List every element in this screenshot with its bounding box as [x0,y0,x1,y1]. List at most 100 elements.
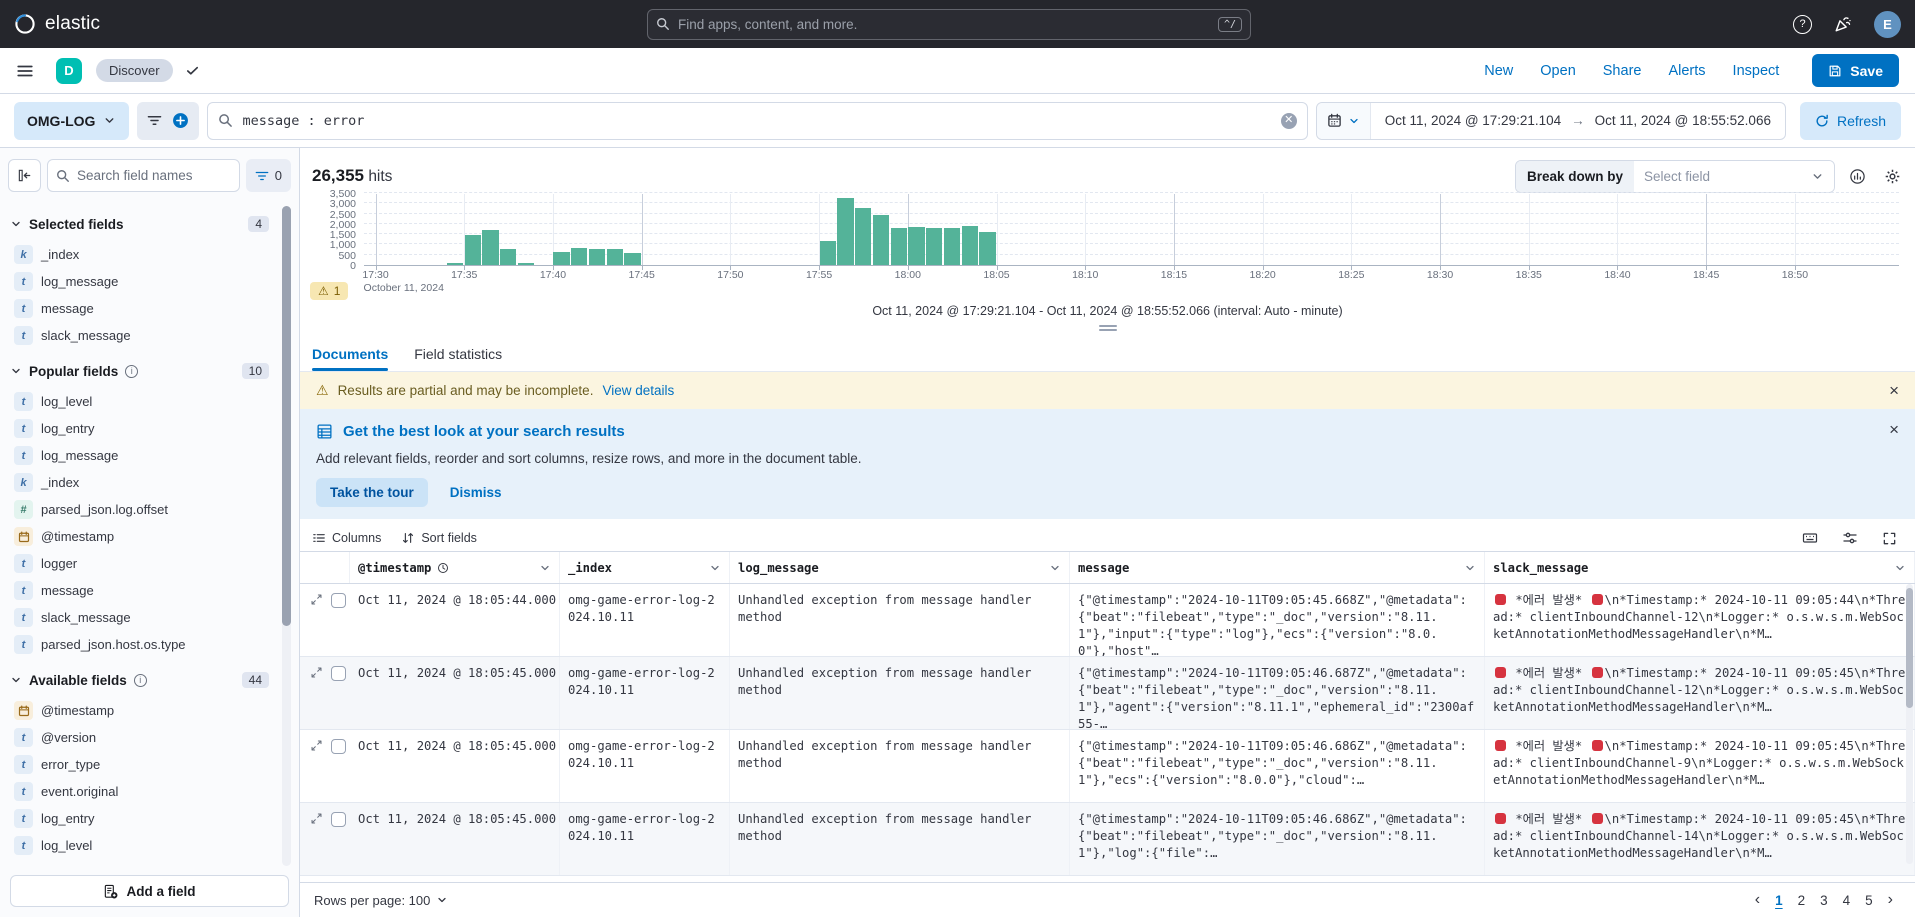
histogram-plot[interactable] [364,192,1899,266]
alerts-button[interactable]: Alerts [1668,63,1705,79]
page-number-1[interactable]: 1 [1775,893,1783,908]
field-section-header[interactable]: Popular fields i 10 [10,363,269,379]
dismiss-button[interactable]: Dismiss [450,485,502,500]
field-item-log_entry[interactable]: t log_entry [10,415,269,442]
field-type-filter-button[interactable]: 0 [245,159,291,192]
histogram-bar[interactable] [571,247,588,265]
open-button[interactable]: Open [1540,63,1575,79]
histogram-bar[interactable] [447,262,464,265]
page-number-4[interactable]: 4 [1843,893,1851,908]
expand-document-icon[interactable] [310,812,323,825]
field-item-parsed_json.host.os.type[interactable]: t parsed_json.host.os.type [10,631,269,658]
take-tour-button[interactable]: Take the tour [316,478,428,507]
fullscreen-icon[interactable] [1882,531,1897,546]
histogram-bar[interactable] [926,227,943,265]
grid-header-_index[interactable]: _index [560,552,730,583]
histogram-bar[interactable] [890,227,907,265]
rows-per-page-select[interactable]: Rows per page: 100 [314,893,448,908]
date-from[interactable]: Oct 11, 2024 @ 17:29:21.104 [1385,113,1561,128]
page-number-3[interactable]: 3 [1820,893,1828,908]
column-actions-icon[interactable] [709,562,721,574]
breadcrumb[interactable]: Discover [96,59,173,82]
help-icon[interactable]: ? [1793,14,1812,34]
field-item-slack_message[interactable]: t slack_message [10,322,269,349]
row-checkbox[interactable] [331,593,346,608]
edit-visualization-icon[interactable] [1849,168,1866,185]
refresh-button[interactable]: Refresh [1799,101,1901,140]
data-view-picker[interactable]: OMG-LOG [14,101,130,140]
grid-scrollbar[interactable] [1906,584,1913,864]
newsfeed-icon[interactable] [1834,15,1852,33]
expand-document-icon[interactable] [310,739,323,752]
field-item-logger[interactable]: t logger [10,550,269,577]
calendar-dropdown-button[interactable] [1316,102,1371,139]
histogram-bar[interactable] [908,226,925,265]
new-button[interactable]: New [1484,63,1513,79]
histogram-bar[interactable] [553,251,570,265]
elastic-logo[interactable]: elastic [14,13,100,35]
field-item-log_level[interactable]: t log_level [10,832,269,859]
add-field-button[interactable]: Add a field [10,875,289,907]
field-item-@timestamp[interactable]: @timestamp [10,523,269,550]
grid-header-log_message[interactable]: log_message [730,552,1070,583]
field-item-log_message[interactable]: t log_message [10,442,269,469]
global-search-input[interactable]: Find apps, content, and more. ^/ [647,8,1251,40]
menu-hamburger-icon[interactable] [16,62,34,80]
field-item-message[interactable]: t message [10,295,269,322]
field-item-log_entry[interactable]: t log_entry [10,805,269,832]
query-input[interactable]: message : error ✕ [207,101,1308,140]
space-badge[interactable]: D [56,57,82,84]
tab-field-statistics[interactable]: Field statistics [414,346,502,371]
histogram-bar[interactable] [819,241,836,265]
close-icon[interactable]: × [1889,382,1899,399]
histogram-bar[interactable] [837,198,854,265]
field-item-@version[interactable]: t @version [10,724,269,751]
save-button[interactable]: Save [1812,54,1899,87]
field-item-_index[interactable]: k _index [10,241,269,268]
histogram-bar[interactable] [464,235,481,265]
expand-document-icon[interactable] [310,666,323,679]
histogram-bar[interactable] [482,230,499,265]
histogram-bar[interactable] [517,262,535,265]
row-checkbox[interactable] [331,739,346,754]
column-actions-icon[interactable] [539,562,551,574]
field-item-log_message[interactable]: t log_message [10,268,269,295]
previous-page-icon[interactable]: ‹ [1755,891,1760,909]
field-item-parsed_json.log.offset[interactable]: # parsed_json.log.offset [10,496,269,523]
field-item-event.original[interactable]: t event.original [10,778,269,805]
field-item-@timestamp[interactable]: @timestamp [10,697,269,724]
breakdown-select[interactable]: Select field [1634,160,1834,192]
grid-header-slack_message[interactable]: slack_message [1485,552,1915,583]
filter-icon[interactable] [147,113,162,128]
field-section-header[interactable]: Available fields i 44 [10,672,269,688]
chart-resize-handle[interactable] [1098,325,1117,331]
column-actions-icon[interactable] [1049,562,1061,574]
field-section-header[interactable]: Selected fields 4 [10,216,269,232]
histogram-bar[interactable] [500,248,517,265]
field-item-error_type[interactable]: t error_type [10,751,269,778]
row-checkbox[interactable] [331,812,346,827]
histogram-bar[interactable] [979,232,996,265]
histogram-bar[interactable] [943,227,961,265]
histogram-bar[interactable] [588,248,606,265]
histogram-bar[interactable] [872,214,890,265]
field-item-slack_message[interactable]: t slack_message [10,604,269,631]
next-page-icon[interactable]: › [1888,891,1893,909]
view-details-link[interactable]: View details [602,383,674,398]
user-avatar[interactable]: E [1874,10,1901,38]
add-filter-icon[interactable] [172,112,189,129]
histogram-bar[interactable] [624,253,641,265]
histogram-bar[interactable] [606,248,623,265]
page-number-2[interactable]: 2 [1798,893,1806,908]
close-icon[interactable]: × [1889,421,1899,438]
grid-header-message[interactable]: message [1070,552,1485,583]
share-button[interactable]: Share [1603,63,1642,79]
display-options-icon[interactable] [1842,530,1858,546]
expand-document-icon[interactable] [310,593,323,606]
inspect-button[interactable]: Inspect [1733,63,1780,79]
sidebar-scrollbar[interactable] [282,206,291,866]
grid-header-timestamp[interactable]: @timestamp [350,552,560,583]
tab-documents[interactable]: Documents [312,346,389,371]
field-item-_index[interactable]: k _index [10,469,269,496]
page-number-5[interactable]: 5 [1865,893,1873,908]
